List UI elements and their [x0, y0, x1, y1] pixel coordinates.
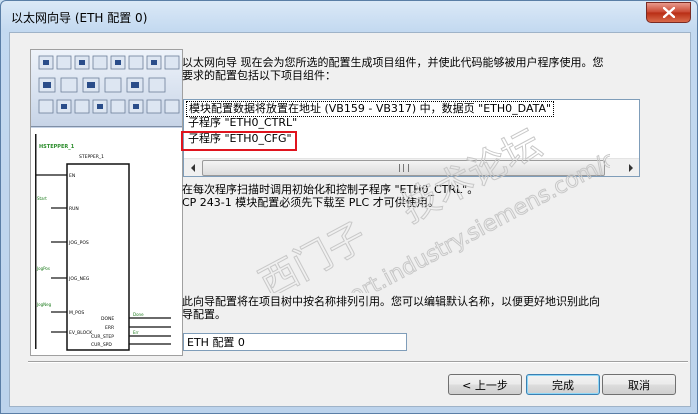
arrow-right-icon	[628, 163, 633, 172]
divider	[28, 361, 688, 363]
svg-text:EN: EN	[69, 173, 75, 179]
close-icon	[662, 7, 675, 18]
intro-line-1: 以太网向导 现在会为您所选的配置生成项目组件，并使此代码能够被用户程序使用。您	[182, 56, 604, 69]
finish-button[interactable]: 完成	[526, 374, 600, 395]
ladder-diagram-image: HSTEPPER_1 STEPPER_1 EN RUN JOG_POS JOG_…	[31, 50, 182, 355]
scroll-right-button[interactable]	[622, 159, 639, 176]
svg-text:Err: Err	[133, 330, 139, 335]
svg-text:Done: Done	[133, 312, 144, 317]
list-item[interactable]: 模块配置数据将放置在地址 (VB159 - VB317) 中，数据页 "ETH0…	[186, 101, 555, 117]
naming-line-2: 导配置。	[182, 308, 226, 321]
scroll-thumb[interactable]	[202, 160, 605, 176]
info-line-1: 在每次程序扫描时调用初始化和控制子程序 "ETH0_CTRL"。	[182, 183, 479, 196]
illus-block-title: STEPPER_1	[79, 154, 104, 160]
svg-text:西门子: 西门子	[252, 214, 373, 293]
horizontal-scrollbar[interactable]	[184, 158, 639, 176]
illus-net-label: HSTEPPER_1	[39, 144, 75, 150]
arrow-left-icon	[190, 163, 195, 172]
svg-text:JOG_POS: JOG_POS	[68, 240, 89, 246]
scroll-left-button[interactable]	[184, 159, 201, 176]
svg-text:DONE: DONE	[101, 316, 114, 322]
svg-text:JOG_NEG: JOG_NEG	[68, 276, 90, 282]
svg-text:EV_BLOCK: EV_BLOCK	[69, 330, 93, 336]
intro-text: 以太网向导 现在会为您所选的配置生成项目组件，并使此代码能够被用户程序使用。您 …	[182, 56, 652, 82]
title-bar[interactable]: 以太网向导 (ETH 配置 0)	[1, 1, 697, 31]
intro-line-2: 要求的配置包括以下项目组件：	[182, 69, 336, 82]
info-text: 在每次程序扫描时调用初始化和控制子程序 "ETH0_CTRL"。 CP 243-…	[182, 183, 478, 209]
back-button[interactable]: < 上一步	[448, 374, 522, 395]
wizard-illustration: HSTEPPER_1 STEPPER_1 EN RUN JOG_POS JOG_…	[30, 49, 183, 356]
config-name-input[interactable]: ETH 配置 0	[183, 333, 407, 351]
list-item[interactable]: 子程序 "ETH0_CTRL"	[186, 116, 299, 130]
naming-text: 此向导配置将在项目树中按名称排列引用。您可以编辑默认名称，以便更好地识别此向 导…	[182, 295, 652, 321]
close-button[interactable]	[646, 2, 691, 23]
svg-text:CUR_STEP: CUR_STEP	[91, 334, 114, 340]
components-list[interactable]: 模块配置数据将放置在地址 (VB159 - VB317) 中，数据页 "ETH0…	[181, 99, 640, 177]
svg-text:ERR: ERR	[105, 325, 114, 331]
info-line-2: CP 243-1 模块配置必须先下载至 PLC 才可供使用。	[182, 196, 439, 209]
wizard-window: 以太网向导 (ETH 配置 0) HSTEPPER_1 STEPPER_1 EN…	[0, 0, 698, 414]
svg-text:JogNeg: JogNeg	[36, 302, 52, 307]
svg-text:JogPos: JogPos	[36, 266, 50, 271]
svg-text:CUR_SPD: CUR_SPD	[91, 342, 112, 348]
svg-text:RUN: RUN	[69, 206, 79, 212]
naming-line-1: 此向导配置将在项目树中按名称排列引用。您可以编辑默认名称，以便更好地识别此向	[182, 295, 600, 308]
highlight-annotation	[181, 131, 297, 151]
svg-text:M_POS: M_POS	[69, 310, 84, 316]
grip-icon	[399, 164, 409, 172]
window-title: 以太网向导 (ETH 配置 0)	[11, 11, 148, 25]
svg-text:Start: Start	[37, 196, 47, 201]
wizard-body: HSTEPPER_1 STEPPER_1 EN RUN JOG_POS JOG_…	[9, 32, 691, 407]
cancel-button[interactable]: 取消	[602, 374, 676, 395]
